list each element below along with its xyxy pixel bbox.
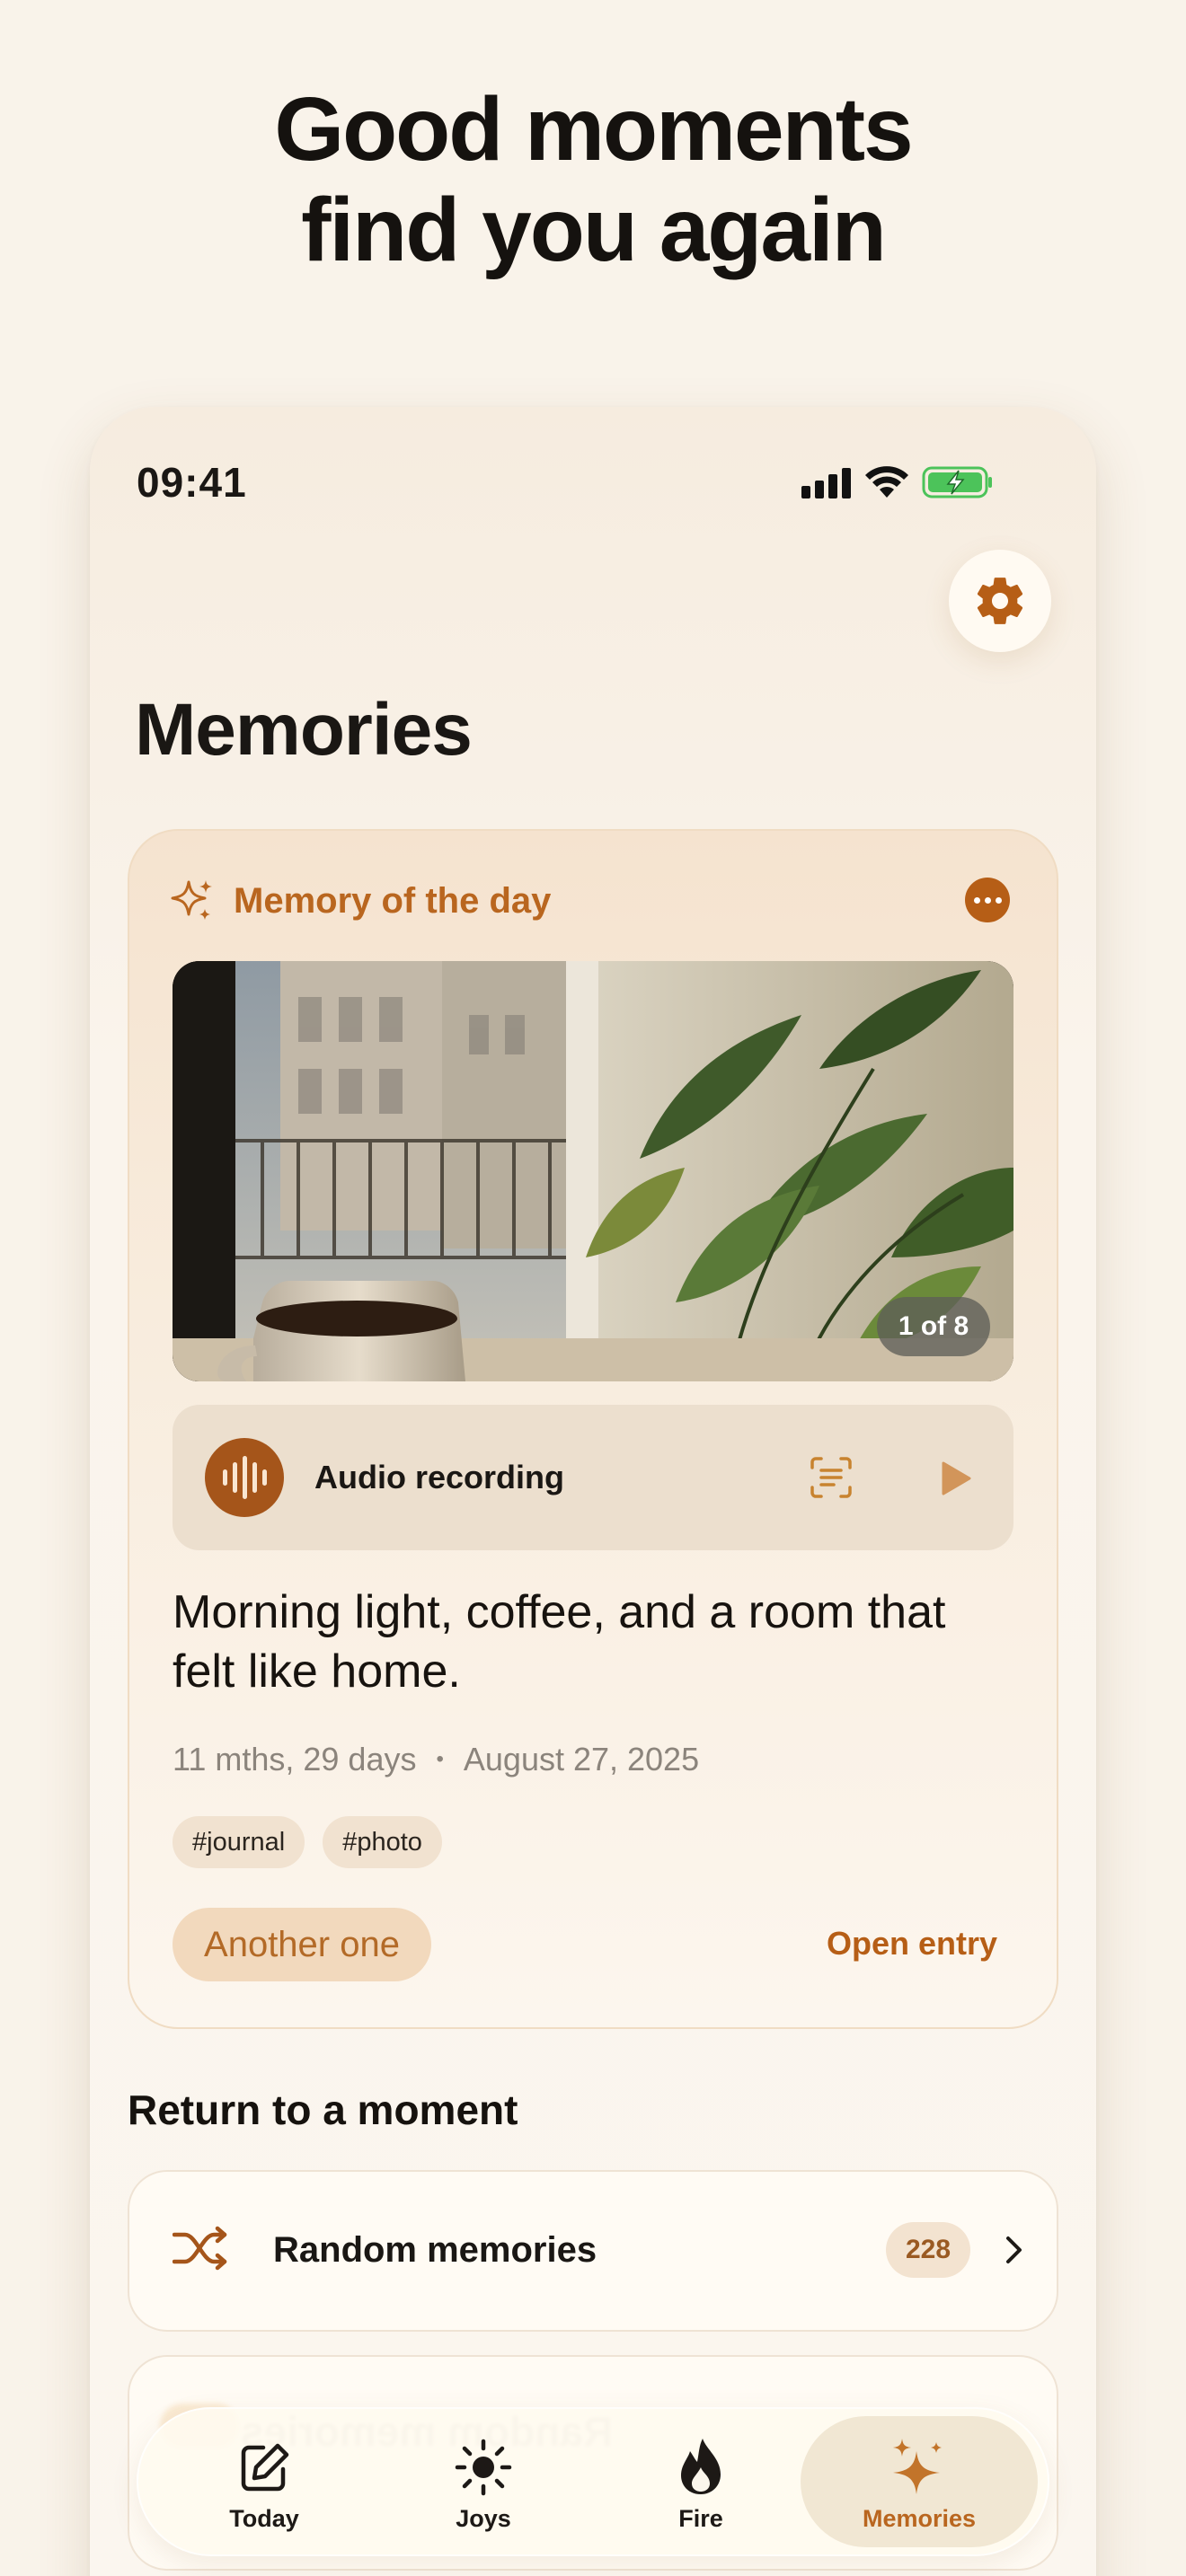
tag-chip[interactable]: #journal (173, 1816, 305, 1868)
headline-line-1: Good moments (274, 79, 913, 180)
play-icon[interactable] (940, 1460, 972, 1496)
more-options-button[interactable] (965, 878, 1010, 922)
marketing-headline: Good moments find you again (0, 79, 1186, 280)
page-title: Memories (135, 689, 473, 771)
random-memories-label: Random memories (273, 2230, 597, 2270)
photo-counter-badge: 1 of 8 (877, 1297, 990, 1356)
gear-icon (977, 578, 1023, 624)
tab-fire-label: Fire (678, 2505, 723, 2532)
waveform-icon (205, 1438, 284, 1517)
tab-fire[interactable]: Fire (611, 2425, 791, 2533)
tab-memories[interactable]: Memories (829, 2425, 1009, 2533)
meta-separator: • (436, 1747, 444, 1771)
memory-entry-text: Morning light, coffee, and a room that f… (173, 1586, 946, 1698)
audio-recording-label: Audio recording (314, 1459, 564, 1495)
tab-memories-label: Memories (862, 2505, 977, 2532)
flame-icon (681, 2439, 721, 2494)
memories-count-badge: 228 (886, 2222, 970, 2278)
cellular-signal-icon (801, 468, 851, 498)
section-title: Return to a moment (128, 2086, 518, 2133)
wifi-icon (865, 466, 908, 498)
compose-icon (241, 2443, 289, 2492)
shuffle-icon (173, 2226, 227, 2271)
open-entry-link[interactable]: Open entry (827, 1925, 997, 1963)
memory-elapsed: 11 mths, 29 days (173, 1741, 417, 1778)
tag-chip[interactable]: #photo (323, 1816, 442, 1868)
sun-icon (455, 2439, 512, 2496)
chevron-right-icon (1006, 2236, 1022, 2263)
transcript-icon[interactable] (809, 1455, 854, 1500)
tab-joys-label: Joys (456, 2505, 511, 2532)
tab-joys[interactable]: Joys (394, 2425, 573, 2533)
memory-date: August 27, 2025 (463, 1741, 700, 1778)
sparkles-icon (893, 2439, 942, 2494)
another-one-button[interactable]: Another one (173, 1908, 431, 1981)
tab-today-label: Today (229, 2505, 299, 2532)
tag-list: #journal #photo (173, 1816, 442, 1868)
headline-line-2: find you again (301, 180, 887, 280)
memory-meta: 11 mths, 29 days • August 27, 2025 (173, 1741, 699, 1778)
tab-today[interactable]: Today (174, 2425, 354, 2533)
status-icons (801, 463, 994, 501)
audio-recording-row[interactable] (173, 1405, 1013, 1550)
battery-charging-icon (922, 466, 992, 498)
memory-of-the-day-label: Memory of the day (234, 881, 552, 921)
settings-button[interactable] (949, 550, 1051, 652)
status-time: 09:41 (137, 459, 247, 506)
sparkles-icon (171, 880, 212, 920)
